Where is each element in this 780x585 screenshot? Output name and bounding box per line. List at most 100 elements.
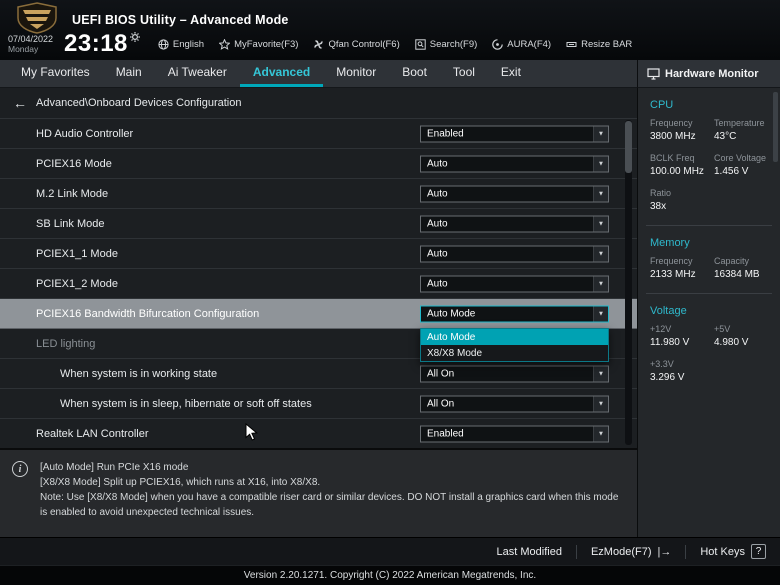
stat-value: 16384 MB — [714, 269, 760, 280]
setting-label: PCIEX1_1 Mode — [36, 247, 118, 260]
led-sleep-dropdown[interactable]: All On — [420, 395, 609, 412]
sidebar-divider — [646, 225, 772, 226]
language-button[interactable]: English — [158, 39, 204, 50]
language-icon — [158, 38, 169, 50]
pciex16-mode-dropdown[interactable]: Auto — [420, 155, 609, 172]
realtek-lan-dropdown[interactable]: Enabled — [420, 425, 609, 442]
bottom-bar-divider — [685, 544, 687, 559]
dropdown-value: Auto — [427, 248, 448, 259]
led-working-dropdown[interactable]: All On — [420, 365, 609, 382]
pciex1-1-mode-dropdown[interactable]: Auto — [420, 245, 609, 262]
tab-advanced[interactable]: Advanced — [239, 60, 324, 87]
dropdown-value: Auto — [427, 218, 448, 229]
dropdown-value: Enabled — [427, 428, 464, 439]
setting-label: When system is in working state — [60, 367, 218, 380]
help-panel: i [Auto Mode] Run PCIe X16 mode [X8/X8 M… — [0, 448, 637, 537]
cpu-section-title: CPU — [650, 99, 674, 111]
aura-button[interactable]: AURA(F4) — [492, 39, 551, 50]
menu-tabs: My Favorites Main Ai Tweaker Advanced Mo… — [0, 60, 637, 88]
resize-bar-icon — [566, 41, 577, 47]
hot-keys-button[interactable]: Hot Keys ? — [700, 544, 766, 559]
sidebar-divider — [646, 293, 772, 294]
last-modified-button[interactable]: Last Modified — [497, 546, 562, 558]
setting-label: HD Audio Controller — [36, 127, 134, 140]
scrollbar-thumb[interactable] — [625, 121, 632, 173]
dropdown-value: Enabled — [427, 128, 464, 139]
search-button[interactable]: Search(F9) — [415, 38, 478, 50]
memory-section-title: Memory — [650, 237, 690, 249]
setting-label: Realtek LAN Controller — [36, 427, 149, 440]
chevron-down-icon — [593, 276, 608, 291]
dropdown-value: All On — [427, 398, 455, 409]
option-x8x8-mode[interactable]: X8/X8 Mode — [421, 345, 608, 361]
search-label: Search(F9) — [429, 38, 478, 50]
aura-icon — [492, 38, 504, 50]
bifurcation-dropdown[interactable]: Auto Mode — [420, 305, 609, 322]
voltage-stats: +12V +5V 11.980 V 4.980 V +3.3V 3.296 V — [638, 324, 780, 394]
myfavorite-button[interactable]: MyFavorite(F3) — [219, 38, 298, 50]
m2-link-mode-dropdown[interactable]: Auto — [420, 185, 609, 202]
question-mark-icon: ? — [751, 544, 766, 559]
stat-value: 11.980 V — [650, 337, 690, 348]
resize-bar-label: Resize BAR — [581, 38, 633, 50]
qfan-button[interactable]: Qfan Control(F6) — [313, 38, 400, 50]
stat-label: Temperature — [714, 118, 765, 128]
stat-value: 38x — [650, 201, 667, 212]
chevron-down-icon — [593, 396, 608, 411]
settings-panel: ← Advanced\Onboard Devices Configuration… — [0, 88, 637, 448]
tab-exit[interactable]: Exit — [488, 60, 534, 87]
bottom-bar: Last Modified EzMode(F7) |→ Hot Keys ? — [0, 537, 780, 565]
pciex1-2-mode-dropdown[interactable]: Auto — [420, 275, 609, 292]
ezmode-button[interactable]: EzMode(F7) |→ — [591, 546, 671, 558]
star-icon — [219, 38, 231, 50]
setting-label: PCIEX1_2 Mode — [36, 277, 118, 290]
stat-label — [714, 188, 774, 198]
settings-scrollbar[interactable] — [625, 120, 632, 445]
language-label: English — [172, 38, 205, 50]
stat-label: Capacity — [714, 256, 750, 266]
sidebar-scrollbar[interactable] — [773, 92, 778, 162]
setting-row-pciex1-2-mode: PCIEX1_2 Mode Auto — [0, 269, 637, 299]
tab-boot[interactable]: Boot — [389, 60, 440, 87]
chevron-down-icon — [593, 126, 608, 141]
breadcrumb: ← Advanced\Onboard Devices Configuration — [0, 88, 637, 118]
tab-tool[interactable]: Tool — [440, 60, 488, 87]
hd-audio-dropdown[interactable]: Enabled — [420, 125, 609, 142]
gear-icon[interactable] — [129, 32, 140, 42]
ezmode-label: EzMode(F7) — [590, 545, 652, 558]
tab-ai-tweaker[interactable]: Ai Tweaker — [155, 60, 240, 87]
tab-monitor[interactable]: Monitor — [323, 60, 389, 87]
stat-label: BCLK Freq — [650, 153, 695, 163]
tab-main[interactable]: Main — [103, 60, 155, 87]
date-block: 07/04/2022 Monday — [8, 34, 64, 55]
setting-label: M.2 Link Mode — [36, 187, 109, 200]
stat-value: 1.456 V — [714, 166, 749, 177]
clock: 23:18 — [64, 30, 128, 57]
setting-label: PCIEX16 Mode — [36, 157, 112, 170]
tab-my-favorites[interactable]: My Favorites — [8, 60, 103, 87]
option-auto-mode[interactable]: Auto Mode — [421, 329, 608, 345]
search-icon — [415, 38, 426, 50]
dropdown-value: All On — [427, 368, 455, 379]
resize-bar-button[interactable]: Resize BAR — [566, 39, 632, 50]
header-toolbar: English MyFavorite(F3) Qfan Control(F6) … — [158, 38, 632, 50]
last-modified-label: Last Modified — [496, 545, 562, 558]
monitor-icon — [647, 67, 660, 80]
bifurcation-option-list: Auto Mode X8/X8 Mode — [420, 328, 609, 362]
dropdown-value: Auto Mode — [427, 308, 476, 319]
app-title: UEFI BIOS Utility – Advanced Mode — [72, 13, 289, 27]
fan-icon — [314, 39, 324, 49]
setting-label: When system is in sleep, hibernate or so… — [60, 397, 312, 410]
stat-value: 3800 MHz — [650, 131, 696, 142]
stat-label: +12V — [650, 324, 672, 334]
setting-row-bifurcation[interactable]: PCIEX16 Bandwidth Bifurcation Configurat… — [0, 299, 637, 329]
back-arrow-icon[interactable]: ← — [13, 95, 27, 111]
sb-link-mode-dropdown[interactable]: Auto — [420, 215, 609, 232]
info-icon: i — [12, 461, 28, 477]
stat-value: 100.00 MHz — [650, 166, 704, 177]
bottom-bar-divider — [575, 544, 577, 559]
qfan-label: Qfan Control(F6) — [328, 38, 400, 50]
chevron-down-icon — [593, 216, 608, 231]
setting-row-pciex1-1-mode: PCIEX1_1 Mode Auto — [0, 239, 637, 269]
setting-row-led-sleep: When system is in sleep, hibernate or so… — [0, 389, 637, 419]
